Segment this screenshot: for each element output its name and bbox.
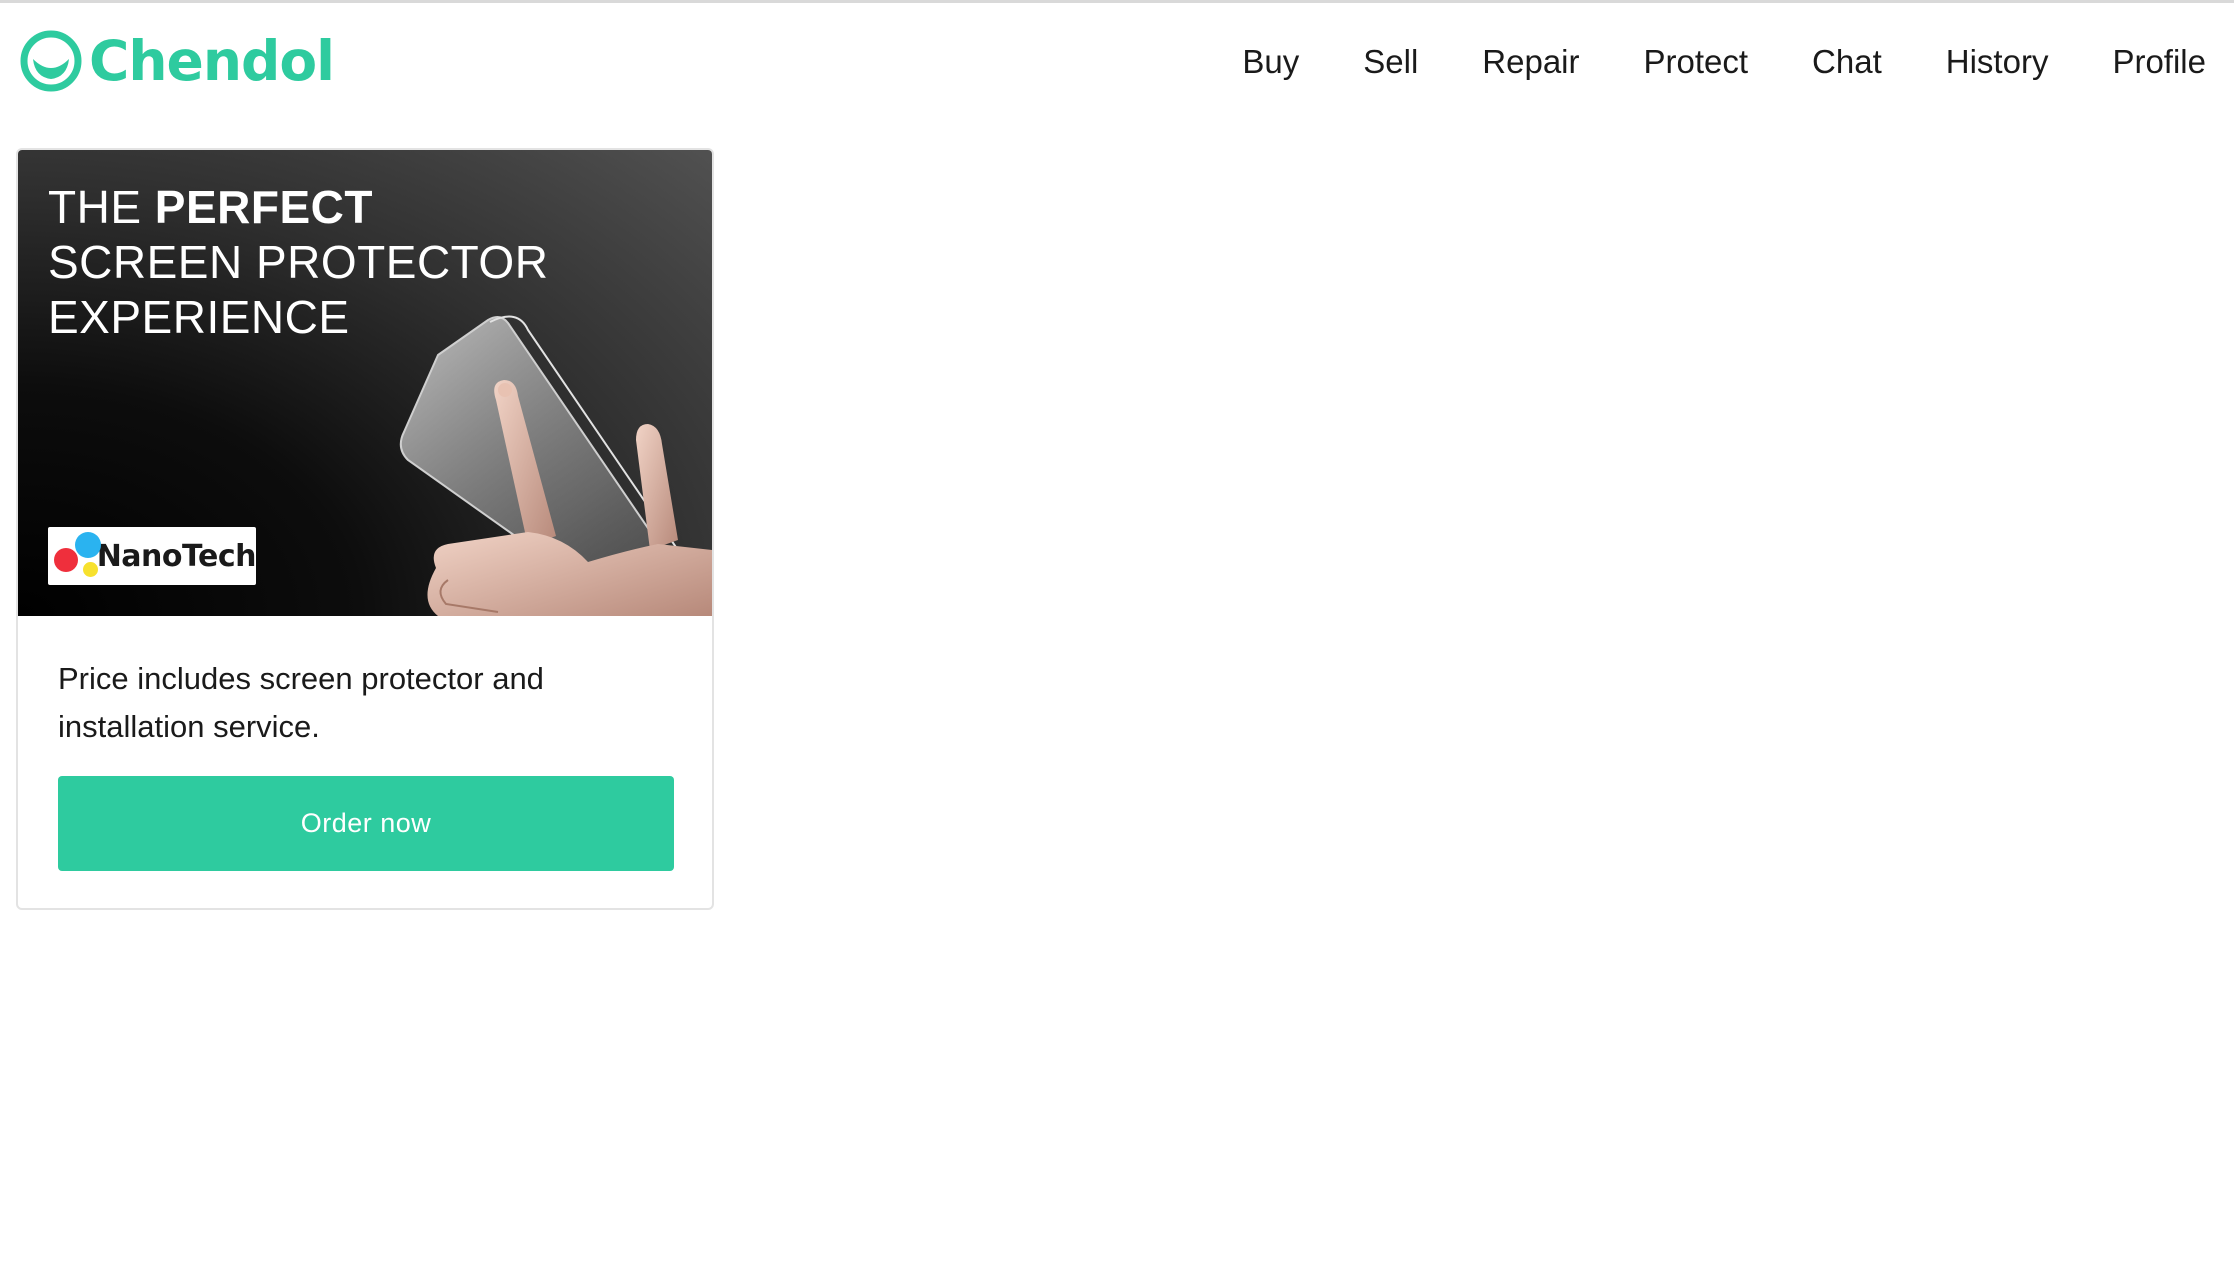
nav-profile[interactable]: Profile bbox=[2112, 39, 2206, 85]
nav-chat[interactable]: Chat bbox=[1812, 39, 1882, 85]
nanotech-brand-name: NanoTech bbox=[96, 538, 257, 574]
nanotech-brand-badge: NanoTech bbox=[48, 527, 257, 585]
brand-logo[interactable]: Chendol bbox=[19, 29, 335, 93]
product-banner: THE PERFECT SCREEN PROTECTOR EXPERIENCE bbox=[18, 150, 712, 616]
order-now-button[interactable]: Order now bbox=[58, 776, 674, 871]
nav-repair[interactable]: Repair bbox=[1482, 39, 1579, 85]
brand-name: Chendol bbox=[89, 29, 335, 93]
nav-protect[interactable]: Protect bbox=[1644, 39, 1749, 85]
banner-headline-line2: SCREEN PROTECTOR bbox=[48, 236, 549, 288]
product-description: Price includes screen protector and inst… bbox=[58, 661, 544, 744]
nanotech-logo-icon bbox=[50, 527, 101, 585]
hand-screen-protector-image bbox=[399, 315, 712, 616]
nav-sell[interactable]: Sell bbox=[1363, 39, 1418, 85]
product-card: THE PERFECT SCREEN PROTECTOR EXPERIENCE bbox=[16, 148, 714, 910]
banner-headline-emphasis: PERFECT bbox=[154, 181, 373, 233]
banner-headline-line1: THE PERFECT bbox=[48, 181, 373, 233]
site-header: Chendol Buy Sell Repair Protect Chat His… bbox=[0, 3, 2234, 118]
nav-buy[interactable]: Buy bbox=[1242, 39, 1299, 85]
nav-history[interactable]: History bbox=[1946, 39, 2049, 85]
chendol-logo-icon bbox=[20, 30, 82, 92]
main-nav: Buy Sell Repair Protect Chat History Pro… bbox=[1178, 39, 2206, 85]
